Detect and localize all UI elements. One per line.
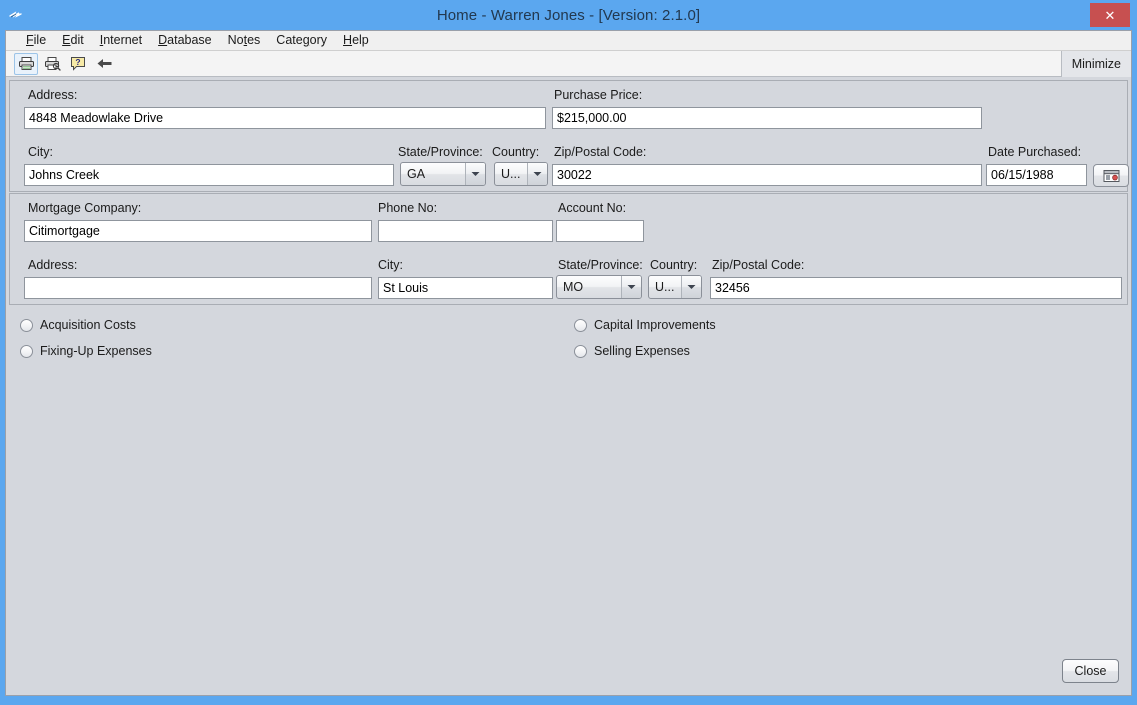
mortgage-address-label: Address: xyxy=(28,258,78,272)
option-selling-expenses[interactable]: Selling Expenses xyxy=(574,344,690,358)
menu-internet[interactable]: Internet xyxy=(92,32,150,49)
option-label: Capital Improvements xyxy=(594,318,716,332)
mortgage-state-combo[interactable]: MO xyxy=(556,275,642,299)
mortgage-country-combo[interactable]: U... xyxy=(648,275,702,299)
mortgage-state-label: State/Province: xyxy=(558,258,643,272)
form-body: Address: Purchase Price: City: State/Pro… xyxy=(6,77,1131,651)
option-label: Selling Expenses xyxy=(594,344,690,358)
mortgage-country-label: Country: xyxy=(650,258,698,272)
option-acquisition-costs[interactable]: Acquisition Costs xyxy=(20,318,136,332)
footer-bar: Close xyxy=(6,651,1131,695)
property-address-input[interactable] xyxy=(24,107,546,129)
property-panel: Address: Purchase Price: City: State/Pro… xyxy=(9,80,1129,192)
purchase-price-label: Purchase Price: xyxy=(554,88,643,102)
radio-icon xyxy=(20,318,33,332)
option-fixing-up-expenses[interactable]: Fixing-Up Expenses xyxy=(20,344,152,358)
mortgage-address-input[interactable] xyxy=(24,277,372,299)
back-arrow-icon[interactable] xyxy=(92,53,116,75)
date-purchased-input[interactable] xyxy=(986,164,1087,186)
calendar-icon[interactable] xyxy=(1093,164,1129,187)
property-zip-input[interactable] xyxy=(552,164,982,186)
property-city-input[interactable] xyxy=(24,164,394,186)
print-preview-icon[interactable] xyxy=(40,53,64,75)
property-state-label: State/Province: xyxy=(398,145,483,159)
mortgage-account-label: Account No: xyxy=(558,201,627,215)
radio-icon xyxy=(20,344,33,358)
menu-category[interactable]: Category xyxy=(268,32,335,49)
property-country-label: Country: xyxy=(492,145,540,159)
title-bar: Home - Warren Jones - [Version: 2.1.0] ✕ xyxy=(0,0,1137,30)
date-purchased-label: Date Purchased: xyxy=(988,145,1082,159)
print-icon[interactable] xyxy=(14,52,38,75)
svg-text:?: ? xyxy=(75,57,80,67)
property-country-value: U... xyxy=(501,167,521,181)
window-close-button[interactable]: ✕ xyxy=(1090,3,1130,27)
chevron-down-icon xyxy=(681,276,701,298)
application-window: Home - Warren Jones - [Version: 2.1.0] ✕… xyxy=(0,0,1137,705)
minimize-button[interactable]: Minimize xyxy=(1060,51,1131,77)
menu-help[interactable]: Help xyxy=(335,32,377,49)
toolbar: ? Minimize xyxy=(6,51,1131,77)
mortgage-phone-label: Phone No: xyxy=(378,201,438,215)
mortgage-panel: Mortgage Company: Phone No: Account No: … xyxy=(9,193,1128,305)
property-city-label: City: xyxy=(28,145,53,159)
mortgage-company-input[interactable] xyxy=(24,220,372,242)
mortgage-state-value: MO xyxy=(563,280,584,294)
close-button[interactable]: Close xyxy=(1062,659,1119,683)
menu-bar: File Edit Internet Database Notes Catego… xyxy=(6,31,1131,51)
mortgage-city-label: City: xyxy=(378,258,403,272)
purchase-price-input[interactable] xyxy=(552,107,982,129)
property-state-value: GA xyxy=(407,167,426,181)
client-area: File Edit Internet Database Notes Catego… xyxy=(5,30,1132,696)
property-zip-label: Zip/Postal Code: xyxy=(554,145,647,159)
help-icon[interactable]: ? xyxy=(66,53,90,75)
mortgage-country-value: U... xyxy=(655,280,675,294)
mortgage-company-label: Mortgage Company: xyxy=(28,201,142,215)
mortgage-zip-input[interactable] xyxy=(710,277,1122,299)
menu-file[interactable]: File xyxy=(18,32,54,49)
option-label: Fixing-Up Expenses xyxy=(40,344,152,358)
option-capital-improvements[interactable]: Capital Improvements xyxy=(574,318,716,332)
mortgage-account-input[interactable] xyxy=(556,220,644,242)
menu-database[interactable]: Database xyxy=(150,32,220,49)
chevron-down-icon xyxy=(621,276,641,298)
mortgage-zip-label: Zip/Postal Code: xyxy=(712,258,805,272)
radio-icon xyxy=(574,344,587,358)
chevron-down-icon xyxy=(527,163,547,185)
property-country-combo[interactable]: U... xyxy=(494,162,548,186)
chevron-down-icon xyxy=(465,163,485,185)
property-address-label: Address: xyxy=(28,88,78,102)
option-label: Acquisition Costs xyxy=(40,318,136,332)
mortgage-city-input[interactable] xyxy=(378,277,553,299)
menu-notes[interactable]: Notes xyxy=(220,32,269,49)
window-title: Home - Warren Jones - [Version: 2.1.0] xyxy=(436,6,701,24)
app-icon xyxy=(8,8,24,22)
property-state-combo[interactable]: GA xyxy=(400,162,486,186)
mortgage-phone-input[interactable] xyxy=(378,220,553,242)
radio-icon xyxy=(574,318,587,332)
menu-edit[interactable]: Edit xyxy=(54,32,92,49)
